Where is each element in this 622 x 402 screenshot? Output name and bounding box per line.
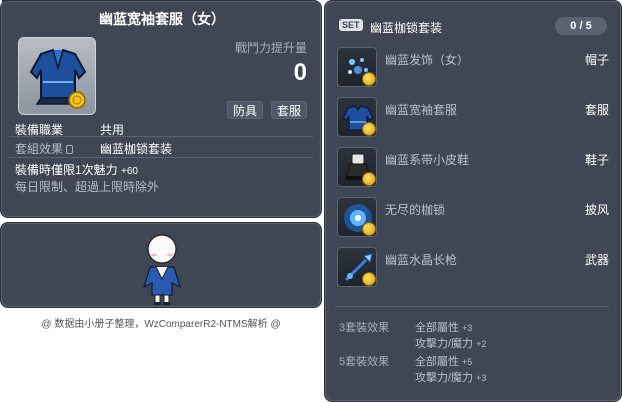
item-tooltip-panel: 幽蓝宽袖套服（女） 戰鬥力提升量 0 防具 套服 裝備職業 共用 套組效果 幽蓝枷锁… [0, 0, 322, 218]
combat-power-label: 戰鬥力提升量 [234, 41, 307, 55]
set-bonus-stat: 攻擊力/魔力 +3 [415, 372, 487, 384]
job-label: 裝備職業 [15, 123, 64, 137]
set-item-type: 披风 [584, 203, 609, 217]
spear-icon [337, 247, 377, 287]
combat-power-value: 0 [293, 59, 307, 86]
set-item-name: 幽蓝水晶长枪 [385, 253, 458, 267]
job-row: 裝備職業 共用 [15, 121, 124, 138]
set-info-panel: SET 幽蓝枷锁套装 0 / 5 幽蓝发饰（女） 帽子 幽蓝宽袖套服 套服 幽蓝… [324, 0, 622, 402]
set-item-name: 无尽的枷锁 [385, 203, 446, 217]
cape-icon [337, 197, 377, 237]
outfit-icon [337, 97, 377, 137]
set-count: 0 / 5 [555, 17, 607, 35]
hair-accessory-icon [337, 47, 377, 87]
set-bonus: 5套裝效果 全部屬性 +5 攻擊力/魔力 +3 [339, 353, 486, 384]
set-bonus: 3套裝效果 全部屬性 +3 攻擊力/魔力 +2 [339, 319, 486, 350]
footer-credit: @ 数据由小册子整理，WzComparerR2-NTMS解析 @ [41, 319, 281, 330]
item-title: 幽蓝宽袖套服（女） [99, 11, 225, 27]
outfit-tag: 套服 [271, 101, 308, 119]
armor-tag: 防具 [227, 101, 264, 119]
set-item-type: 帽子 [584, 53, 609, 67]
set-item-name: 幽蓝发饰（女） [385, 53, 470, 67]
set-bonus-stats: 全部屬性 +3 攻擊力/魔力 +2 [415, 319, 555, 351]
set-bonus-stat: 全部屬性 +3 [415, 322, 473, 334]
job-value: 共用 [100, 123, 125, 137]
set-item: 幽蓝宽袖套服 套服 [337, 97, 609, 139]
set-bonus-stats: 全部屬性 +5 攻擊力/魔力 +3 [415, 353, 555, 385]
set-item: 幽蓝发饰（女） 帽子 [337, 47, 609, 89]
set-bonus-stat: 攻擊力/魔力 +2 [415, 338, 487, 350]
set-name: 幽蓝枷锁套装 [370, 21, 443, 35]
set-item-type: 鞋子 [584, 153, 609, 167]
set-item-type: 套服 [584, 103, 609, 117]
set-badge: SET [339, 19, 363, 31]
divider [335, 306, 609, 307]
limit-row: 裝備時僅限1次魅力 +60 [15, 161, 138, 178]
set-item: 无尽的枷锁 披风 [337, 197, 609, 239]
set-effect-row: 套組效果 幽蓝枷锁套装 [15, 140, 172, 157]
set-item-name: 幽蓝系带小皮鞋 [385, 153, 470, 167]
set-bonus-label: 3套裝效果 [339, 322, 390, 334]
set-item: 幽蓝水晶长枪 武器 [337, 247, 609, 289]
lock-icon [66, 145, 74, 154]
set-bonus-stat: 全部屬性 +5 [415, 356, 473, 368]
set-effect-label: 套組效果 [15, 140, 100, 157]
set-item: 幽蓝系带小皮鞋 鞋子 [337, 147, 609, 189]
set-effect-value: 幽蓝枷锁套装 [100, 142, 173, 156]
limit-text: 裝備時僅限1次魅力 [15, 163, 118, 177]
set-item-name: 幽蓝宽袖套服 [385, 103, 458, 117]
divider [9, 157, 313, 158]
limit-note: 每日限制、超過上限時除外 [15, 180, 160, 194]
coin-icon [362, 172, 376, 186]
coin-icon [362, 72, 376, 86]
coin-icon [362, 272, 376, 286]
item-icon-frame [18, 37, 96, 115]
coin-icon [362, 122, 376, 136]
limit-value: +60 [121, 166, 138, 177]
character-preview-panel [0, 222, 322, 308]
set-item-type: 武器 [584, 253, 609, 267]
outfit-icon [29, 48, 87, 109]
character-avatar [143, 234, 181, 305]
set-bonus-label: 5套裝效果 [339, 356, 390, 368]
shoes-icon [337, 147, 377, 187]
coin-icon [362, 222, 376, 236]
